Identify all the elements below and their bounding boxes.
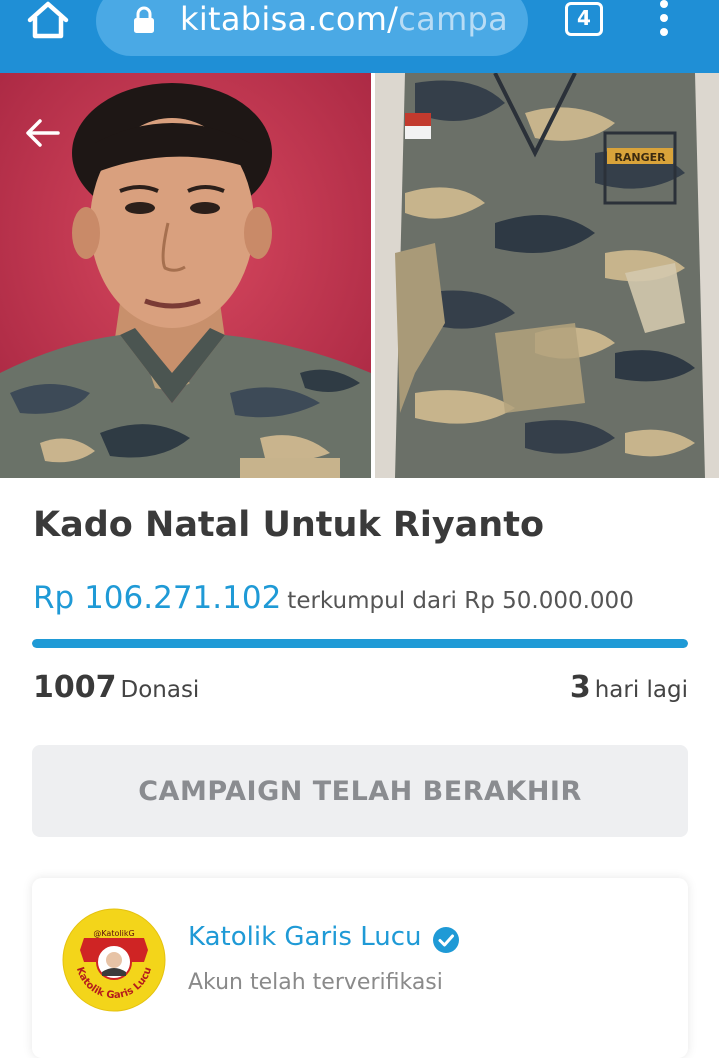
address-bar[interactable]: kitabisa.com/campa [96, 0, 528, 56]
uniform-photo: RANGER [375, 73, 719, 478]
browser-toolbar: kitabisa.com/campa 4 [0, 0, 719, 73]
campaign-ended-button[interactable]: CAMPAIGN TELAH BERAKHIR [32, 745, 688, 837]
tab-switcher-button[interactable]: 4 [565, 2, 603, 36]
organizer-card[interactable]: @KatolikG Katolik Garis Lucu Katolik Gar… [32, 878, 688, 1058]
donations-count: 1007 [33, 670, 117, 705]
funding-progress-bar [32, 639, 688, 648]
days-count: 3 [569, 670, 591, 705]
campaign-title: Kado Natal Untuk Riyanto [33, 505, 544, 545]
verified-badge-icon [432, 926, 460, 954]
amount-target: terkumpul dari Rp 50.000.000 [287, 588, 634, 614]
arrow-left-icon[interactable] [22, 115, 62, 151]
logo-top-text: @KatolikG [93, 929, 134, 938]
campaign-image: RANGER [0, 73, 719, 478]
days-left-stat: 3 hari lagi [570, 670, 688, 705]
funding-progress-fill [32, 639, 688, 648]
donations-label: Donasi [120, 677, 200, 703]
url-text: kitabisa.com/campa [180, 0, 509, 38]
lock-icon [132, 6, 156, 34]
donations-stat: 1007 Donasi [33, 670, 199, 705]
organizer-verified-status: Akun telah terverifikasi [188, 970, 443, 995]
organizer-avatar[interactable]: @KatolikG Katolik Garis Lucu [62, 908, 166, 1012]
amount-raised: Rp 106.271.102 [33, 580, 282, 616]
days-label: hari lagi [594, 677, 688, 703]
shirt-name-tag: RANGER [614, 151, 666, 164]
organizer-name[interactable]: Katolik Garis Lucu [188, 922, 421, 952]
amount-raised-row: Rp 106.271.102 terkumpul dari Rp 50.000.0… [33, 580, 634, 616]
home-icon[interactable] [24, 0, 72, 44]
kebab-menu-icon[interactable] [652, 0, 676, 40]
